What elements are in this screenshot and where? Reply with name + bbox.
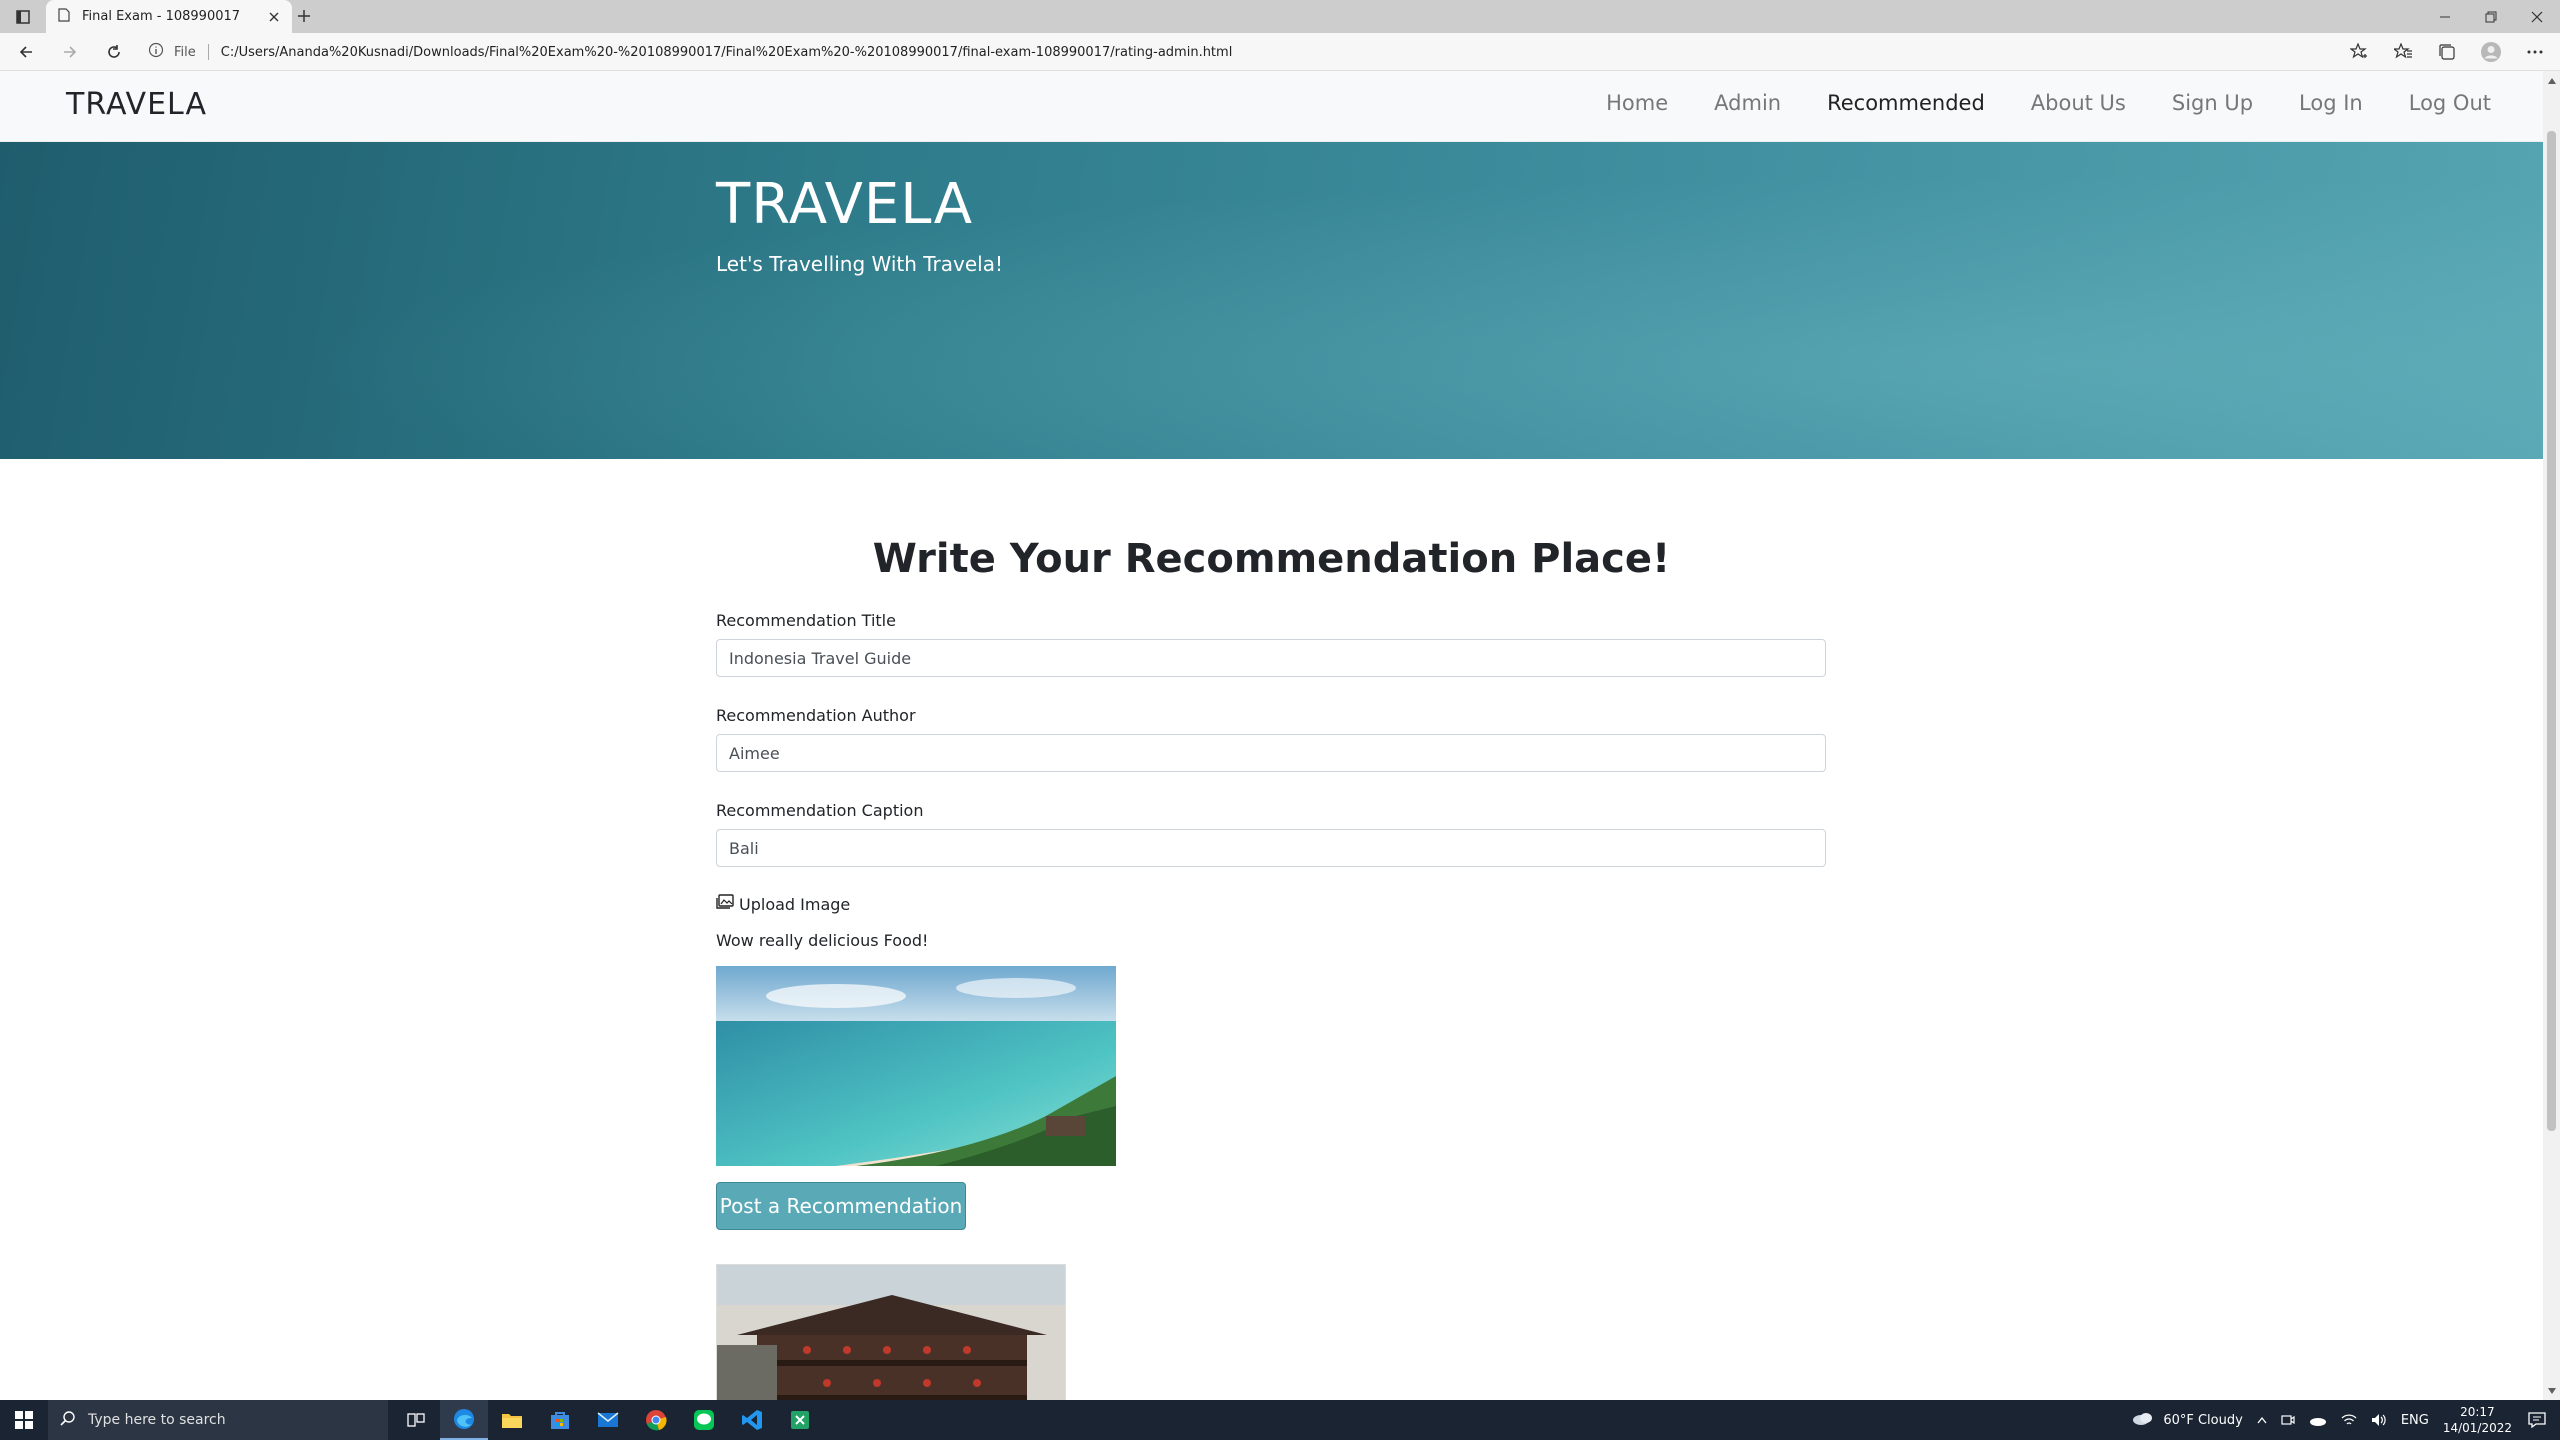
collections-icon[interactable]	[2432, 38, 2462, 66]
address-bar: File C:/Users/Ananda%20Kusnadi/Downloads…	[0, 33, 2560, 71]
refresh-icon[interactable]	[100, 38, 128, 66]
title-label: Recommendation Title	[716, 611, 896, 630]
notifications-icon[interactable]	[2528, 1412, 2546, 1428]
meet-now-icon[interactable]	[2281, 1414, 2295, 1426]
wifi-icon[interactable]	[2341, 1413, 2357, 1427]
language-indicator[interactable]: ENG	[2401, 1413, 2429, 1428]
favorites-icon[interactable]	[2388, 38, 2418, 66]
nav-link-admin[interactable]: Admin	[1714, 91, 1781, 115]
spreadsheet-app-icon[interactable]	[776, 1400, 824, 1440]
store-icon[interactable]	[536, 1400, 584, 1440]
page-scrollbar[interactable]	[2543, 71, 2560, 1400]
hero-overlay	[0, 142, 2543, 459]
minimize-icon[interactable]	[2422, 0, 2468, 33]
url-scheme-label: File	[174, 44, 196, 60]
post-recommendation-button[interactable]: Post a Recommendation	[716, 1182, 966, 1230]
tab-title: Final Exam - 108990017	[82, 9, 241, 24]
caption-preview-text: Wow really delicious Food!	[716, 931, 929, 950]
nav-link-about-us[interactable]: About Us	[2031, 91, 2126, 115]
browser-tab-bar: Final Exam - 108990017	[0, 0, 2560, 33]
scroll-down-icon[interactable]	[2546, 1385, 2557, 1396]
new-tab-icon[interactable]	[292, 4, 316, 28]
recommendation-form: Recommendation Title Recommendation Auth…	[716, 611, 1826, 1400]
system-tray: 60°F Cloudy ENG 20:17 14/01/2022	[2131, 1400, 2560, 1440]
file-explorer-icon[interactable]	[488, 1400, 536, 1440]
upload-image-label: Upload Image	[739, 894, 851, 914]
caption-input[interactable]	[716, 829, 1826, 867]
onedrive-icon[interactable]	[2309, 1414, 2327, 1426]
info-icon[interactable]	[148, 42, 164, 62]
url-separator	[207, 44, 209, 60]
forward-arrow-icon[interactable]	[56, 38, 84, 66]
hero-subtitle: Let's Travelling With Travela!	[716, 252, 1004, 276]
clock-time: 20:17	[2460, 1405, 2495, 1419]
navbar-brand[interactable]: TRAVELA	[66, 87, 207, 122]
close-tab-icon[interactable]	[262, 5, 286, 29]
site-navbar: TRAVELA Home Admin Recommended About Us …	[0, 71, 2543, 142]
cloud-icon	[2131, 1410, 2155, 1430]
nav-link-log-out[interactable]: Log Out	[2409, 91, 2491, 115]
task-view-icon[interactable]	[392, 1400, 440, 1440]
url-text: C:/Users/Ananda%20Kusnadi/Downloads/Fina…	[220, 44, 1233, 60]
restore-icon[interactable]	[2468, 0, 2514, 33]
close-window-icon[interactable]	[2514, 0, 2560, 33]
clock-date: 14/01/2022	[2442, 1421, 2512, 1435]
weather-text: 60°F Cloudy	[2163, 1412, 2243, 1428]
taskbar-search[interactable]: Type here to search	[48, 1400, 388, 1440]
more-options-icon[interactable]	[2520, 38, 2550, 66]
profile-avatar-icon[interactable]	[2476, 38, 2506, 66]
weather-widget[interactable]: 60°F Cloudy	[2131, 1410, 2243, 1430]
taskbar: Type here to search 60°F Cloudy ENG 20:1…	[0, 1400, 2560, 1440]
volume-icon[interactable]	[2371, 1413, 2387, 1427]
add-favorite-icon[interactable]	[2344, 38, 2374, 66]
caption-label: Recommendation Caption	[716, 801, 924, 820]
hero-banner: TRAVELA Let's Travelling With Travela!	[0, 142, 2543, 459]
nav-link-log-in[interactable]: Log In	[2299, 91, 2363, 115]
images-icon	[716, 894, 734, 914]
scroll-up-icon[interactable]	[2546, 75, 2557, 86]
search-icon	[60, 1410, 76, 1430]
url-field[interactable]: File C:/Users/Ananda%20Kusnadi/Downloads…	[148, 38, 2354, 66]
tab-actions-icon[interactable]	[10, 6, 36, 28]
author-label: Recommendation Author	[716, 706, 916, 725]
recommendation-card-image[interactable]	[716, 1264, 1066, 1400]
page-icon	[58, 7, 70, 26]
show-hidden-icons-icon[interactable]	[2257, 1416, 2267, 1424]
search-placeholder: Type here to search	[88, 1412, 226, 1428]
page-viewport: TRAVELA Home Admin Recommended About Us …	[0, 71, 2560, 1400]
hero-title: TRAVELA	[716, 172, 974, 237]
nav-link-sign-up[interactable]: Sign Up	[2172, 91, 2253, 115]
browser-tab[interactable]: Final Exam - 108990017	[46, 0, 292, 33]
mail-icon[interactable]	[584, 1400, 632, 1440]
chrome-icon[interactable]	[632, 1400, 680, 1440]
vscode-icon[interactable]	[728, 1400, 776, 1440]
beach-preview-image	[716, 966, 1116, 1166]
taskbar-clock[interactable]: 20:17 14/01/2022	[2443, 1404, 2512, 1436]
line-app-icon[interactable]	[680, 1400, 728, 1440]
windows-start-icon[interactable]	[0, 1400, 48, 1440]
form-heading: Write Your Recommendation Place!	[872, 536, 1671, 582]
scroll-thumb[interactable]	[2547, 131, 2556, 1131]
back-arrow-icon[interactable]	[12, 38, 40, 66]
upload-image-button[interactable]: Upload Image	[716, 894, 1826, 914]
author-input[interactable]	[716, 734, 1826, 772]
title-input[interactable]	[716, 639, 1826, 677]
edge-browser-icon[interactable]	[440, 1400, 488, 1440]
nav-link-recommended[interactable]: Recommended	[1827, 91, 1985, 115]
nav-link-home[interactable]: Home	[1606, 91, 1668, 115]
